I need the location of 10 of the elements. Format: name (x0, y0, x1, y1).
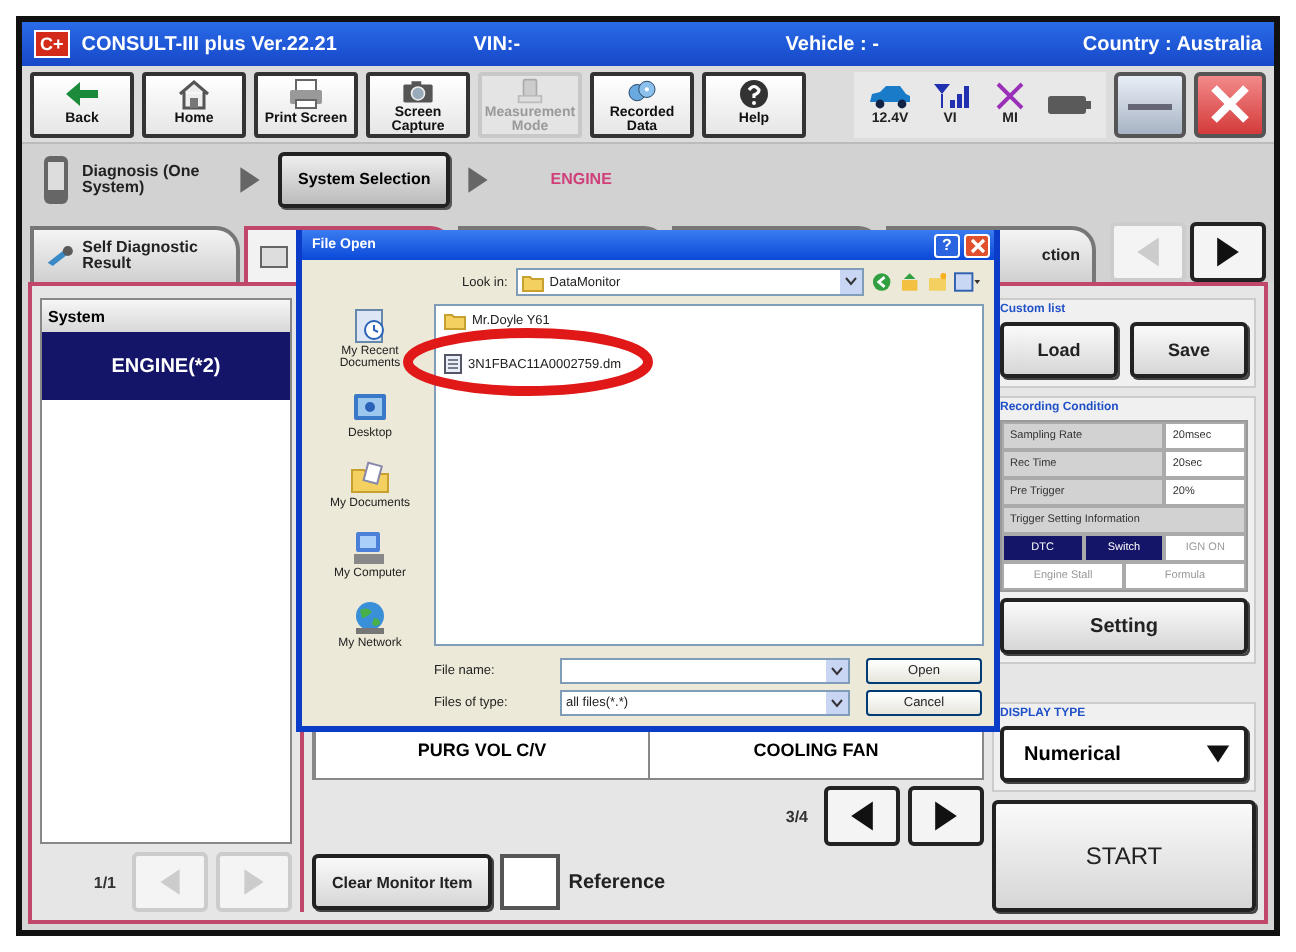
vehicle-label: Vehicle : - (785, 33, 881, 55)
system-name: ENGINE (550, 170, 612, 188)
list-header: System (42, 300, 290, 332)
reference-label: Reference (568, 871, 666, 893)
page-indicator: 1/1 (93, 873, 116, 891)
page-indicator: 3/4 (785, 807, 808, 825)
app-logo: C+ (34, 30, 70, 58)
country-label: Country : Australia (1082, 33, 1262, 55)
window-title: CONSULT-III plus Ver.22.21 (81, 33, 339, 55)
vin-label: VIN:- (473, 33, 523, 55)
